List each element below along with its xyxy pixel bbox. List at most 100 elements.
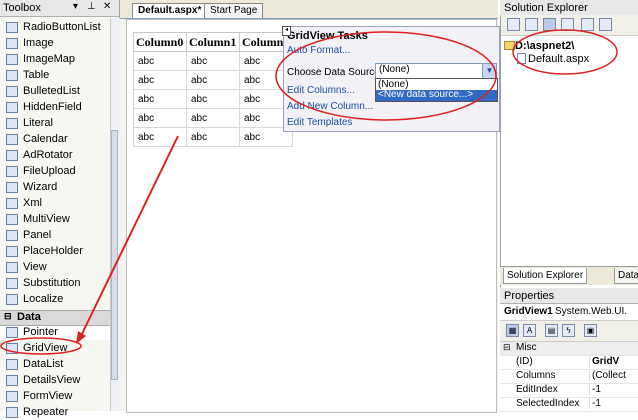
grid-row: abc abc abc bbox=[133, 127, 293, 147]
multiview-icon bbox=[6, 214, 18, 225]
toolbox-item-image[interactable]: Image bbox=[0, 36, 110, 51]
refresh-icon[interactable] bbox=[525, 18, 538, 31]
grid-cell: abc bbox=[133, 70, 187, 90]
bulletedlist-icon bbox=[6, 86, 18, 97]
new-data-source-label: <New data source...> bbox=[378, 89, 474, 100]
xml-icon bbox=[6, 198, 18, 209]
toolbox-item-datalist[interactable]: DataList bbox=[0, 357, 110, 372]
property-row[interactable]: (ID) GridV bbox=[500, 356, 638, 370]
toolbox-item-xml[interactable]: Xml bbox=[0, 196, 110, 211]
properties-icon[interactable]: ▤ bbox=[545, 324, 558, 337]
toolbox-titlebar: Toolbox ▾ ⊥ ✕ bbox=[0, 0, 119, 17]
property-pages-icon[interactable]: ▣ bbox=[584, 324, 597, 337]
tab-start-page[interactable]: Start Page bbox=[204, 3, 264, 18]
toolbox-item-calendar[interactable]: Calendar bbox=[0, 132, 110, 147]
events-icon[interactable]: ϟ bbox=[562, 324, 575, 337]
dropdown-option-new-data-source[interactable]: <New data source...> bbox=[376, 89, 497, 101]
toolbox-item-label: Table bbox=[23, 69, 50, 81]
add-new-column-link[interactable]: Add New Column... bbox=[287, 101, 373, 112]
toolbox-item-detailsview[interactable]: DetailsView bbox=[0, 373, 110, 388]
collapse-icon[interactable]: ⊟ bbox=[503, 342, 511, 353]
toolbox-close-icon[interactable]: ✕ bbox=[103, 1, 111, 12]
property-name: SelectedIndex bbox=[516, 398, 580, 409]
toolbox-item-label: View bbox=[23, 261, 47, 273]
toolbox-item-substitution[interactable]: Substitution bbox=[0, 276, 110, 291]
toolbox-pin-icon[interactable]: ⊥ bbox=[87, 1, 96, 12]
edit-templates-link[interactable]: Edit Templates bbox=[287, 117, 352, 128]
gridview-control[interactable]: Column0 Column1 Column2 abc abc abc abc abc abc… bbox=[133, 32, 293, 147]
imagemap-icon bbox=[6, 54, 18, 65]
toolbox-item-fileupload[interactable]: FileUpload bbox=[0, 164, 110, 179]
toolbox-item-table[interactable]: Table bbox=[0, 68, 110, 83]
localize-icon bbox=[6, 294, 18, 305]
property-name: EditIndex bbox=[516, 384, 558, 395]
properties-icon[interactable] bbox=[507, 18, 520, 31]
toolbox-item-panel[interactable]: Panel bbox=[0, 228, 110, 243]
placeholder-icon bbox=[6, 246, 18, 257]
toolbox-item-literal[interactable]: Literal bbox=[0, 116, 110, 131]
property-row[interactable]: SelectedIndex -1 bbox=[500, 398, 638, 412]
tab-default-aspx[interactable]: Default.aspx* bbox=[132, 3, 208, 18]
toolbox-item-label: Panel bbox=[23, 229, 52, 241]
view-code-icon[interactable] bbox=[581, 18, 594, 31]
toolbox-scrollbar-thumb[interactable] bbox=[111, 130, 118, 380]
smart-tag-arrow-icon[interactable]: ◂ bbox=[282, 26, 291, 36]
data-section-label: Data bbox=[17, 311, 41, 323]
toolbox-data-section-header[interactable]: ⊟ Data bbox=[0, 310, 110, 326]
properties-object-selector[interactable]: GridView1 System.Web.UI. bbox=[500, 304, 638, 321]
tab-database-explorer[interactable]: Data bbox=[614, 268, 638, 284]
repeater-icon bbox=[6, 407, 18, 418]
toolbox-item-label: MultiView bbox=[23, 213, 70, 225]
toolbox-item-placeholder[interactable]: PlaceHolder bbox=[0, 244, 110, 259]
grid-cell: abc bbox=[133, 89, 187, 109]
toolbox-dropdown-icon[interactable]: ▾ bbox=[73, 1, 78, 12]
copy-website-icon[interactable] bbox=[561, 18, 574, 31]
view-designer-icon[interactable] bbox=[599, 18, 612, 31]
toolbox-item-hiddenfield[interactable]: HiddenField bbox=[0, 100, 110, 115]
toolbox-item-label: ImageMap bbox=[23, 53, 75, 65]
chevron-down-icon[interactable]: ▼ bbox=[482, 64, 496, 78]
property-row[interactable]: Columns (Collect bbox=[500, 370, 638, 384]
property-value[interactable]: GridV bbox=[589, 356, 619, 367]
toolbox-item-formview[interactable]: FormView bbox=[0, 389, 110, 404]
toolbox-item-view[interactable]: View bbox=[0, 260, 110, 275]
toolbox-item-adrotator[interactable]: AdRotator bbox=[0, 148, 110, 163]
image-icon bbox=[6, 38, 18, 49]
toolbox-item-localize[interactable]: Localize bbox=[0, 292, 110, 307]
solution-explorer-toolbar bbox=[501, 15, 638, 36]
grid-row: abc abc abc bbox=[133, 89, 293, 109]
nest-files-icon[interactable] bbox=[543, 18, 556, 31]
adrotator-icon bbox=[6, 150, 18, 161]
detailsview-icon bbox=[6, 375, 18, 386]
properties-grid: ⊟ Misc (ID) GridV Columns (Collect EditIndex… bbox=[500, 342, 638, 412]
category-misc[interactable]: ⊟ Misc bbox=[500, 342, 638, 356]
property-value[interactable]: -1 bbox=[589, 384, 601, 395]
auto-format-link[interactable]: Auto Format... bbox=[287, 45, 350, 56]
toolbox-item-label: PlaceHolder bbox=[23, 245, 83, 257]
toolbox-item-multiview[interactable]: MultiView bbox=[0, 212, 110, 227]
choose-data-source-select[interactable]: (None) ▼ bbox=[375, 63, 497, 79]
tree-root-folder[interactable]: D:\aspnet2\ bbox=[515, 40, 574, 52]
edit-columns-link[interactable]: Edit Columns... bbox=[287, 85, 355, 96]
view-icon bbox=[6, 262, 18, 273]
toolbox-item-gridview[interactable]: GridView bbox=[0, 341, 110, 356]
toolbox-item-label: DataList bbox=[23, 358, 64, 370]
toolbox-item-bulletedlist[interactable]: BulletedList bbox=[0, 84, 110, 99]
toolbox-item-repeater[interactable]: Repeater bbox=[0, 405, 110, 420]
toolbox-item-label: Pointer bbox=[23, 326, 58, 338]
alphabetical-icon[interactable]: A bbox=[523, 324, 536, 337]
property-row[interactable]: EditIndex -1 bbox=[500, 384, 638, 398]
substitution-icon bbox=[6, 278, 18, 289]
toolbox-item-wizard[interactable]: Wizard bbox=[0, 180, 110, 195]
toolbox-item-radiobuttonlist[interactable]: RadioButtonList bbox=[0, 20, 110, 35]
tab-solution-explorer[interactable]: Solution Explorer bbox=[503, 268, 588, 284]
toolbox-item-imagemap[interactable]: ImageMap bbox=[0, 52, 110, 67]
grid-cell: abc bbox=[186, 51, 240, 71]
toolbox-item-pointer[interactable]: Pointer bbox=[0, 325, 110, 340]
tree-file-default-aspx[interactable]: Default.aspx bbox=[528, 53, 589, 65]
property-value[interactable]: (Collect bbox=[589, 370, 626, 381]
toolbox-item-label: AdRotator bbox=[23, 149, 73, 161]
property-value[interactable]: -1 bbox=[589, 398, 601, 409]
categorized-icon[interactable]: ▦ bbox=[506, 324, 519, 337]
toolbox-item-label: Repeater bbox=[23, 406, 69, 418]
